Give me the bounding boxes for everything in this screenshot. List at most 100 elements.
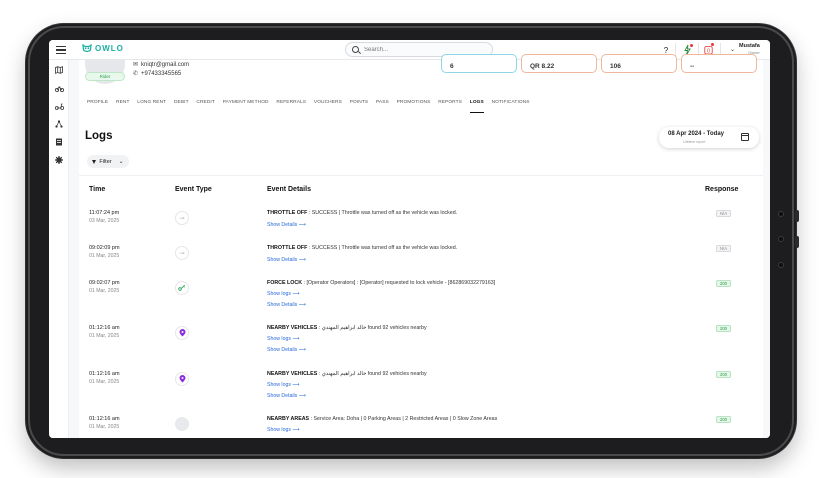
- scrollbar-track[interactable]: [763, 60, 770, 438]
- show-logs-link[interactable]: Show logs ⟶: [267, 427, 300, 433]
- main-content: Rider ✉ kniqtr@gmail.com ✆ +97433345565 …: [79, 54, 763, 438]
- tab-debit[interactable]: DEBIT: [174, 99, 189, 113]
- show-logs-link[interactable]: Show logs ⟶: [267, 382, 300, 388]
- event-text: : خالد ابراهيم المهندي found 92 vehicles…: [317, 325, 427, 331]
- stat-card: 106: [601, 54, 677, 73]
- tab-vouchers[interactable]: VOUCHERS: [314, 99, 342, 113]
- tab-points[interactable]: POINTS: [350, 99, 368, 113]
- column-header-time: Time: [89, 186, 106, 193]
- show-details-link[interactable]: Show Details ⟶: [267, 302, 306, 308]
- tab-profile[interactable]: PROFILE: [87, 99, 108, 113]
- notification-dot: [690, 44, 693, 47]
- event-text: : Service Area: Doha | 0 Parking Areas |…: [309, 416, 498, 422]
- location-pin-icon: [175, 326, 189, 340]
- calendar-icon: [741, 133, 749, 141]
- reports-icon[interactable]: [54, 137, 64, 147]
- filter-label: Filter: [99, 158, 112, 165]
- profile-tabs: PROFILE RENT LONG RENT DEBIT CREDIT PAYM…: [87, 99, 537, 113]
- camera-dot: [778, 262, 784, 268]
- stat-value: 6: [450, 63, 454, 70]
- tab-payment-method[interactable]: PAYMENT METHOD: [223, 99, 269, 113]
- throttle-icon: ⊸: [175, 211, 189, 225]
- rider-badge: Rider: [85, 72, 125, 81]
- column-header-response: Response: [705, 186, 739, 193]
- response-badge: N/A: [716, 210, 731, 217]
- event-text: : خالد ابراهيم المهندي found 92 vehicles…: [317, 371, 427, 377]
- hardware-button: [795, 210, 799, 222]
- table-row: 01:12:16 am 01 Mar, 2025 NEARBY VEHICLES…: [79, 325, 763, 370]
- show-details-link[interactable]: Show Details ⟶: [267, 347, 306, 353]
- show-logs-link[interactable]: Show logs ⟶: [267, 291, 300, 297]
- bike-icon[interactable]: [54, 83, 64, 93]
- tab-notifications[interactable]: NOTIFICATIONS: [492, 99, 530, 113]
- show-logs-link[interactable]: Show logs ⟶: [267, 336, 300, 342]
- tab-reports[interactable]: REPORTS: [438, 99, 462, 113]
- user-name: Mustafa: [739, 43, 760, 49]
- location-pin-icon: [175, 372, 189, 386]
- date-range-text: 08 Apr 2024 - Today: [668, 131, 725, 137]
- date-range-subtitle: Lifetime report: [683, 140, 706, 144]
- filter-button[interactable]: Filter ⌄: [87, 155, 129, 168]
- map-icon[interactable]: [54, 65, 64, 75]
- show-details-link[interactable]: Show Details ⟶: [267, 222, 306, 228]
- search-input[interactable]: [364, 46, 474, 53]
- profile-email: ✉ kniqtr@gmail.com: [133, 61, 189, 69]
- row-date: 01 Mar, 2025: [89, 333, 120, 339]
- show-details-link[interactable]: Show Details ⟶: [267, 393, 306, 399]
- row-time: 11:07:24 pm: [89, 210, 120, 216]
- row-time: 01:12:16 am: [89, 371, 120, 377]
- table-row: 01:12:16 am 01 Mar, 2025 NEARBY AREAS : …: [79, 416, 763, 438]
- row-date: 01 Mar, 2025: [89, 253, 120, 259]
- tab-long-rent[interactable]: LONG RENT: [137, 99, 166, 113]
- tab-promotions[interactable]: PROMOTIONS: [397, 99, 431, 113]
- column-header-details: Event Details: [267, 186, 311, 193]
- row-detail: NEARBY AREAS : Service Area: Doha | 0 Pa…: [267, 416, 497, 422]
- row-time: 09:02:09 pm: [89, 245, 120, 251]
- scooter-icon[interactable]: [54, 101, 64, 111]
- row-date: 01 Mar, 2025: [89, 424, 120, 430]
- event-title: FORCE LOCK: [267, 280, 303, 286]
- hamburger-menu-icon[interactable]: [55, 44, 67, 56]
- column-header-event-type: Event Type: [175, 186, 212, 193]
- tab-referrals[interactable]: REFERRALS: [276, 99, 306, 113]
- chevron-down-icon: ⌄: [730, 46, 736, 53]
- throttle-icon: ⊸: [175, 246, 189, 260]
- response-badge: 200: [716, 280, 731, 287]
- phone-icon: ✆: [133, 71, 139, 77]
- stat-value: --: [690, 63, 695, 70]
- event-text: : [Operator Operators] : [Operator] requ…: [302, 280, 496, 286]
- response-badge: N/A: [716, 245, 731, 252]
- settings-icon[interactable]: [54, 155, 64, 165]
- show-details-link[interactable]: Show Details ⟶: [267, 257, 306, 263]
- network-icon[interactable]: [54, 119, 64, 129]
- page-title: Logs: [85, 130, 113, 142]
- event-text: : SUCCESS | Throttle was turned off as t…: [307, 245, 458, 251]
- response-badge: 200: [716, 325, 731, 332]
- event-title: NEARBY VEHICLES: [267, 371, 318, 377]
- tab-logs[interactable]: LOGS: [469, 99, 484, 113]
- event-title: THROTTLE OFF: [267, 210, 308, 216]
- response-badge: 200: [716, 371, 731, 378]
- table-row: 01:12:16 am 01 Mar, 2025 NEARBY VEHICLES…: [79, 371, 763, 416]
- chevron-down-icon: ⌄: [118, 159, 124, 165]
- row-detail: THROTTLE OFF : SUCCESS | Throttle was tu…: [267, 245, 457, 251]
- search-icon: [352, 46, 359, 53]
- stat-value: QR 8.22: [530, 63, 555, 70]
- row-time: 09:02:07 pm: [89, 280, 120, 286]
- event-title: NEARBY AREAS: [267, 416, 310, 422]
- date-range-picker[interactable]: 08 Apr 2024 - Today Lifetime report: [659, 127, 759, 148]
- logo-text: OWLO: [95, 44, 124, 53]
- stat-value: 106: [610, 63, 621, 70]
- tab-credit[interactable]: CREDIT: [196, 99, 214, 113]
- stat-card: 6: [441, 54, 517, 73]
- notification-dot: [711, 43, 714, 46]
- tab-rent[interactable]: RENT: [116, 99, 129, 113]
- tab-pass[interactable]: PASS: [376, 99, 389, 113]
- stat-card: QR 8.22: [521, 54, 597, 73]
- stat-card: --: [681, 54, 757, 73]
- row-detail: NEARBY VEHICLES : خالد ابراهيم المهندي f…: [267, 325, 427, 331]
- phone-text: +97433345565: [141, 70, 182, 77]
- app-logo[interactable]: OWLO: [82, 44, 124, 53]
- sidebar: [49, 60, 69, 438]
- camera-dot: [778, 211, 784, 217]
